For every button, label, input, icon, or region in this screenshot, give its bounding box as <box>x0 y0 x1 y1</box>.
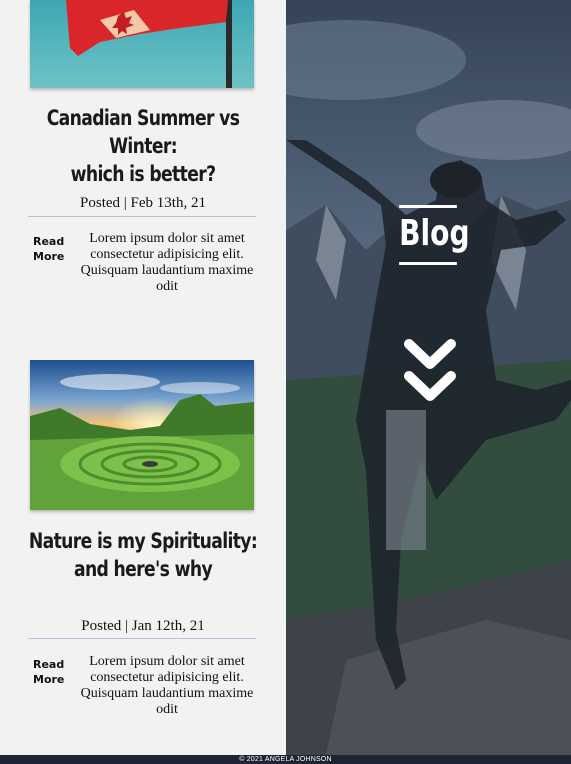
post-title[interactable]: Canadian Summer vs Winter: which is bett… <box>26 104 261 188</box>
divider <box>28 638 256 639</box>
post-title-line: and here's why <box>73 557 213 581</box>
post-excerpt: Lorem ipsum dolor sit amet consectetur a… <box>80 231 254 294</box>
read-more-label: More <box>33 250 65 263</box>
nature-landscape-image[interactable] <box>30 360 254 510</box>
blog-post-list: Canadian Summer vs Winter: which is bett… <box>0 0 286 755</box>
canada-flag-image[interactable] <box>30 0 254 88</box>
blog-heading: Blog <box>399 205 470 265</box>
post-date: Posted | Feb 13th, 21 <box>80 195 206 211</box>
footer: © 2021 ANGELA JOHNSON <box>0 755 571 764</box>
post-date: Posted | Jan 12th, 21 <box>81 618 205 634</box>
read-more-label: More <box>33 673 65 686</box>
read-more-link[interactable]: Read More <box>33 234 65 264</box>
read-more-label: Read <box>33 235 65 248</box>
divider <box>28 216 256 217</box>
hero-banner: Blog <box>286 0 571 755</box>
post-title-line: which is better? <box>70 162 216 186</box>
copyright-text: © 2021 ANGELA JOHNSON <box>239 756 332 763</box>
read-more-label: Read <box>33 658 65 671</box>
post-title-line: Canadian Summer vs Winter: <box>46 106 240 158</box>
post-title-line: Nature is my Spirituality: <box>28 529 258 553</box>
post-title[interactable]: Nature is my Spirituality: and here's wh… <box>26 527 261 583</box>
read-more-link[interactable]: Read More <box>33 657 65 687</box>
post-excerpt: Lorem ipsum dolor sit amet consectetur a… <box>80 654 254 717</box>
double-chevron-down-icon[interactable] <box>403 338 457 406</box>
